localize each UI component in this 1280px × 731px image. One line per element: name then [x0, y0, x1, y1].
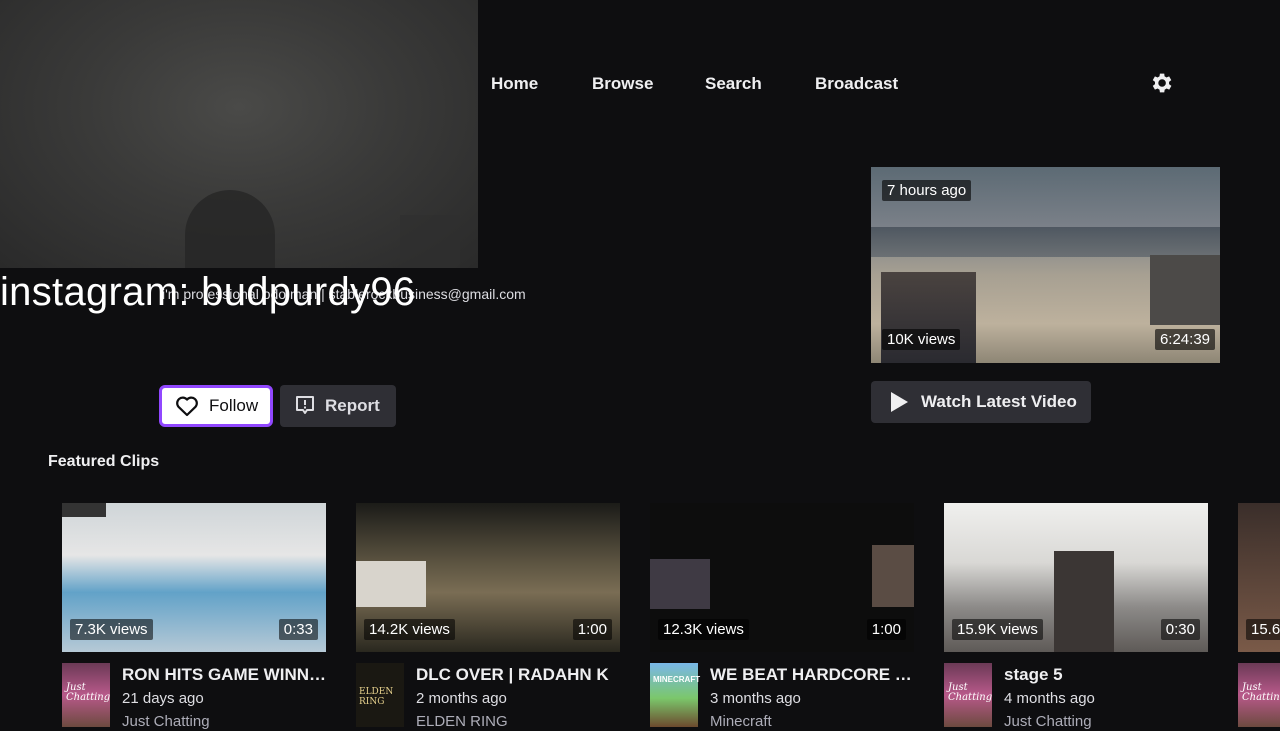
- nav-home[interactable]: Home: [491, 74, 538, 94]
- streamer-silhouette: [185, 190, 275, 268]
- nav-search[interactable]: Search: [705, 74, 762, 94]
- category-art[interactable]: MINECRAFT: [650, 663, 700, 727]
- report-label: Report: [325, 396, 380, 415]
- clip-category[interactable]: Minecraft: [710, 713, 772, 730]
- clip-category[interactable]: ELDEN RING: [416, 713, 508, 730]
- clip-title[interactable]: stage 5: [1004, 665, 1208, 685]
- stream-preview[interactable]: [0, 0, 478, 268]
- clip-duration: 0:33: [278, 619, 318, 640]
- thumbnail-scene: [871, 227, 1220, 257]
- webcam-overlay: [356, 561, 426, 607]
- latest-video-thumbnail[interactable]: 7 hours ago 10K views 6:24:39: [871, 167, 1220, 363]
- video-duration-badge: 6:24:39: [1154, 329, 1215, 350]
- clip-views: 7.3K views: [70, 619, 153, 640]
- webcam-overlay-secondary: [1150, 255, 1220, 325]
- clip-age: 2 months ago: [416, 690, 507, 707]
- webcam-overlay: [650, 559, 710, 609]
- video-age-badge: 7 hours ago: [882, 180, 972, 201]
- nav-broadcast[interactable]: Broadcast: [815, 74, 898, 94]
- clip-views: 15.9K views: [952, 619, 1043, 640]
- webcam-overlay-secondary: [872, 545, 914, 607]
- category-art[interactable]: Just Chatting: [1238, 663, 1280, 727]
- clip-category[interactable]: Just Chatting: [1004, 713, 1092, 730]
- follow-label: Follow: [209, 396, 259, 415]
- gear-icon[interactable]: [1148, 70, 1174, 96]
- nav-browse[interactable]: Browse: [592, 74, 653, 94]
- category-art[interactable]: ELDEN RING: [356, 663, 404, 727]
- category-art[interactable]: Just Chatting: [944, 663, 992, 727]
- watch-latest-label: Watch Latest Video: [921, 392, 1077, 411]
- clip-category[interactable]: Just Chatting: [122, 713, 210, 730]
- person-figure: [1054, 551, 1114, 652]
- follow-button[interactable]: Follow: [159, 385, 273, 427]
- clip-title[interactable]: WE BEAT HARDCORE M...: [710, 665, 914, 685]
- clip-age: 3 months ago: [710, 690, 801, 707]
- clip-thumbnail[interactable]: 15.6K views: [1238, 503, 1280, 652]
- clip-views: 14.2K views: [364, 619, 455, 640]
- background-object: [400, 215, 460, 268]
- clip-card[interactable]: 15.9K views 0:30 Just Chatting stage 5 4…: [944, 503, 1208, 731]
- clip-thumbnail[interactable]: 14.2K views 1:00: [356, 503, 620, 652]
- report-icon: [296, 396, 314, 414]
- featured-clips-heading: Featured Clips: [48, 453, 160, 470]
- clip-card[interactable]: 15.6K views Just Chatting: [1238, 503, 1280, 731]
- clip-views: 12.3K views: [658, 619, 749, 640]
- clip-thumbnail[interactable]: 7.3K views 0:33: [62, 503, 326, 652]
- video-views-badge: 10K views: [882, 329, 961, 350]
- clip-age: 21 days ago: [122, 690, 204, 707]
- clip-title[interactable]: RON HITS GAME WINNER: [122, 665, 326, 685]
- watch-latest-video-button[interactable]: Watch Latest Video: [871, 381, 1091, 423]
- clip-duration: 1:00: [866, 619, 906, 640]
- clip-duration: 0:30: [1160, 619, 1200, 640]
- play-icon: [891, 392, 908, 412]
- heart-icon: [176, 396, 198, 417]
- stream-overlay-text: instagram: budpurdy96: [0, 270, 416, 314]
- clip-duration: 1:00: [572, 619, 612, 640]
- clip-age: 4 months ago: [1004, 690, 1095, 707]
- clip-card[interactable]: 12.3K views 1:00 MINECRAFT WE BEAT HARDC…: [650, 503, 914, 731]
- clip-thumbnail[interactable]: 12.3K views 1:00: [650, 503, 914, 652]
- clip-title[interactable]: DLC OVER | RADAHN K: [416, 665, 620, 685]
- clip-thumbnail[interactable]: 15.9K views 0:30: [944, 503, 1208, 652]
- clip-views: 15.6K views: [1246, 619, 1280, 640]
- clip-card[interactable]: 14.2K views 1:00 ELDEN RING DLC OVER | R…: [356, 503, 620, 731]
- report-button[interactable]: Report: [280, 385, 396, 427]
- clip-card[interactable]: 7.3K views 0:33 Just Chatting RON HITS G…: [62, 503, 326, 731]
- scoreboard-overlay: [62, 503, 106, 517]
- category-art[interactable]: Just Chatting: [62, 663, 110, 727]
